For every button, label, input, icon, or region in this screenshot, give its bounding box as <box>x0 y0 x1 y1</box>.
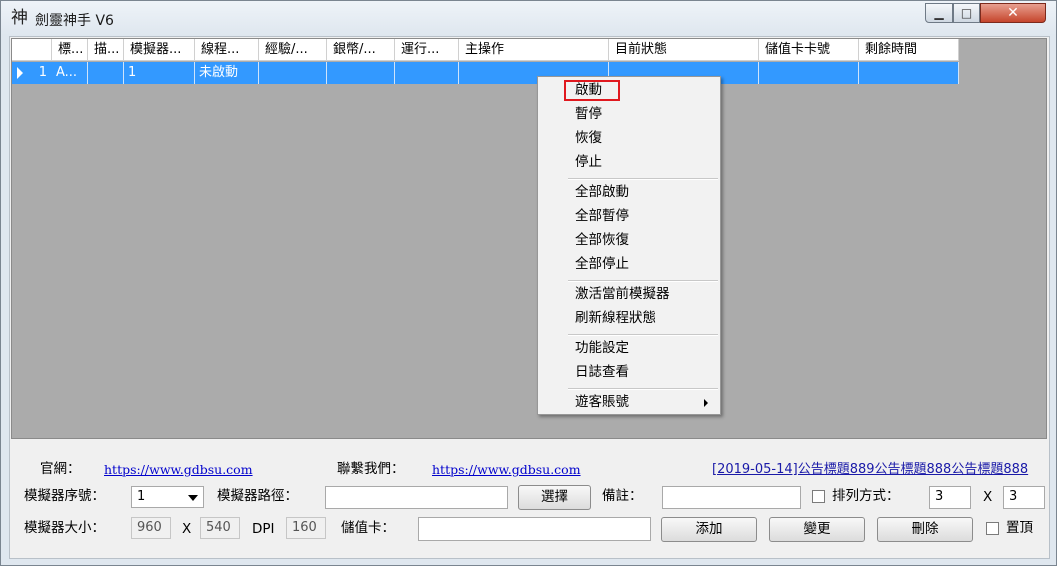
emulator-index-value: 1 <box>137 489 146 504</box>
window-title: 劍靈神手 V6 <box>35 13 114 29</box>
contact-link[interactable]: https://www.gdbsu.com <box>432 461 581 479</box>
chevron-down-icon <box>188 495 198 501</box>
table-cell[interactable]: A... <box>52 62 88 84</box>
minimize-icon: ▁ <box>934 6 944 20</box>
menu-item-resume[interactable]: 恢復 <box>575 127 602 149</box>
change-button[interactable]: 變更 <box>769 517 865 542</box>
menu-item-activate-emulator[interactable]: 激活當前模擬器 <box>575 283 670 305</box>
add-button[interactable]: 添加 <box>661 517 757 542</box>
menu-item-start[interactable]: 啟動 <box>575 79 602 101</box>
emulator-size-label: 模擬器大小： <box>24 520 105 536</box>
table-cell[interactable] <box>259 62 327 84</box>
close-icon: ✕ <box>1007 5 1019 21</box>
arrange-cols-input[interactable]: 3 <box>929 486 971 509</box>
delete-button[interactable]: 刪除 <box>877 517 973 542</box>
title-bar[interactable]: 神 劍靈神手 V6 ▁ □ ✕ <box>1 1 1056 35</box>
choose-button[interactable]: 選擇 <box>518 485 591 510</box>
menu-separator <box>568 334 718 336</box>
card-label: 儲值卡： <box>341 520 395 536</box>
remark-label: 備註： <box>602 488 643 504</box>
emulator-index-label: 模擬器序號： <box>24 488 105 504</box>
current-row-icon <box>17 67 23 79</box>
row-header[interactable]: 1 <box>12 62 52 84</box>
menu-item-settings[interactable]: 功能設定 <box>575 337 629 359</box>
size-x-label: X <box>182 521 192 537</box>
card-input[interactable] <box>418 517 651 541</box>
arrange-label: 排列方式： <box>832 488 900 504</box>
context-menu: 啟動 暫停 恢復 停止 全部啟動 全部暫停 全部恢復 全部停止 激活當前模擬器 … <box>537 76 721 415</box>
menu-separator <box>568 388 718 390</box>
app-window: 神 劍靈神手 V6 ▁ □ ✕ 標... 描... 模擬器... 線程... 經… <box>0 0 1057 566</box>
minimize-button[interactable]: ▁ <box>925 3 953 23</box>
app-logo-icon: 神 <box>11 8 28 28</box>
official-site-label: 官網： <box>40 461 81 477</box>
arrange-x-label: X <box>983 489 993 505</box>
table-cell[interactable] <box>327 62 395 84</box>
menu-item-stop[interactable]: 停止 <box>575 151 602 173</box>
menu-item-resume-all[interactable]: 全部恢復 <box>575 229 629 251</box>
grid-corner <box>12 39 52 61</box>
maximize-icon: □ <box>960 6 973 20</box>
dpi-field: 160 <box>286 517 326 539</box>
table-cell[interactable] <box>759 62 859 84</box>
emulator-width-field: 960 <box>131 517 171 539</box>
remark-input[interactable] <box>662 486 801 509</box>
client-area: 標... 描... 模擬器... 線程... 經驗/... 銀幣/... 運行.… <box>9 36 1050 559</box>
menu-separator <box>568 280 718 282</box>
close-button[interactable]: ✕ <box>980 3 1046 23</box>
column-header[interactable]: 剩餘時間 <box>859 39 959 61</box>
column-header[interactable]: 線程... <box>195 39 259 61</box>
arrange-checkbox[interactable] <box>812 490 825 503</box>
emulator-path-label: 模擬器路徑： <box>217 488 298 504</box>
menu-item-stop-all[interactable]: 全部停止 <box>575 253 629 275</box>
column-header[interactable]: 儲值卡卡號 <box>759 39 859 61</box>
column-header[interactable]: 經驗/... <box>259 39 327 61</box>
column-header[interactable]: 標... <box>52 39 88 61</box>
column-header[interactable]: 目前狀態 <box>609 39 759 61</box>
menu-item-view-log[interactable]: 日誌查看 <box>575 361 629 383</box>
emulator-grid[interactable]: 標... 描... 模擬器... 線程... 經驗/... 銀幣/... 運行.… <box>11 38 1047 439</box>
column-header[interactable]: 主操作 <box>459 39 609 61</box>
column-header[interactable]: 模擬器... <box>124 39 195 61</box>
row-number: 1 <box>38 65 47 80</box>
menu-separator <box>568 178 718 180</box>
menu-item-guest-account[interactable]: 遊客賬號 <box>575 391 629 413</box>
arrange-rows-input[interactable]: 3 <box>1003 486 1045 509</box>
column-header[interactable]: 銀幣/... <box>327 39 395 61</box>
maximize-button[interactable]: □ <box>953 3 980 23</box>
table-cell[interactable] <box>395 62 459 84</box>
emulator-path-input[interactable] <box>325 486 508 509</box>
contact-label: 聯繫我們： <box>337 461 405 477</box>
table-cell[interactable] <box>859 62 959 84</box>
table-cell[interactable]: 未啟動 <box>195 62 259 84</box>
menu-item-start-all[interactable]: 全部啟動 <box>575 181 629 203</box>
announcement-link[interactable]: [2019-05-14]公告標題889公告標題888公告標題888 <box>712 461 1028 479</box>
pin-label: 置頂 <box>1006 520 1033 536</box>
emulator-index-select[interactable]: 1 <box>131 486 204 508</box>
dpi-label: DPI <box>252 521 275 537</box>
menu-item-pause-all[interactable]: 全部暫停 <box>575 205 629 227</box>
table-cell[interactable] <box>88 62 124 84</box>
table-cell[interactable]: 1 <box>124 62 195 84</box>
menu-item-refresh-status[interactable]: 刷新線程狀態 <box>575 307 656 329</box>
column-header[interactable]: 運行... <box>395 39 459 61</box>
column-header[interactable]: 描... <box>88 39 124 61</box>
emulator-height-field: 540 <box>200 517 240 539</box>
pin-checkbox[interactable] <box>986 522 999 535</box>
menu-item-pause[interactable]: 暫停 <box>575 103 602 125</box>
official-site-link[interactable]: https://www.gdbsu.com <box>104 461 253 479</box>
submenu-arrow-icon <box>704 399 708 407</box>
